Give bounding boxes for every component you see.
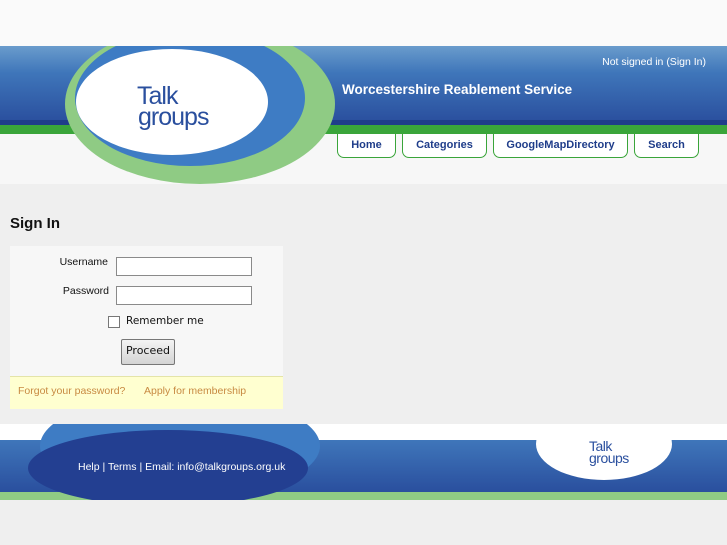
signin-status[interactable]: Not signed in (Sign In) — [602, 56, 706, 68]
proceed-button[interactable]: Proceed — [121, 339, 175, 365]
forgot-password-link[interactable]: Forgot your password? — [18, 385, 125, 397]
username-label: Username — [59, 256, 108, 268]
page-bottom — [0, 500, 727, 545]
form-footer: Forgot your password? Apply for membersh… — [10, 376, 283, 409]
site-title: Worcestershire Reablement Service — [342, 82, 573, 97]
logo-line2: groups — [138, 103, 209, 131]
footer-talkgroups-logo: Talk groups — [589, 439, 629, 466]
footer-links[interactable]: Help | Terms | Email: info@talkgroups.or… — [78, 461, 285, 473]
remember-me-label[interactable]: Remember me — [126, 315, 204, 327]
nav-search-button[interactable]: Search — [634, 134, 699, 158]
password-label: Password — [62, 285, 109, 297]
signin-form: Username Password Remember me Proceed Fo… — [10, 246, 283, 409]
site-header: Not signed in (Sign In) Worcestershire R… — [0, 46, 727, 184]
top-strip — [0, 0, 727, 46]
password-field[interactable] — [116, 286, 252, 305]
remember-me-checkbox[interactable] — [108, 316, 120, 328]
apply-membership-link[interactable]: Apply for membership — [144, 385, 246, 397]
page-title: Sign In — [10, 215, 60, 232]
talkgroups-logo[interactable]: Talk groups — [137, 84, 209, 131]
site-footer: Help | Terms | Email: info@talkgroups.or… — [0, 424, 727, 500]
nav-googlemapdirectory-button[interactable]: GoogleMapDirectory — [493, 134, 628, 158]
username-field[interactable] — [116, 257, 252, 276]
footer-logo-line2: groups — [589, 450, 629, 466]
nav-home-button[interactable]: Home — [337, 134, 396, 158]
nav-categories-button[interactable]: Categories — [402, 134, 487, 158]
main-content: Sign In Username Password Remember me Pr… — [0, 184, 727, 424]
